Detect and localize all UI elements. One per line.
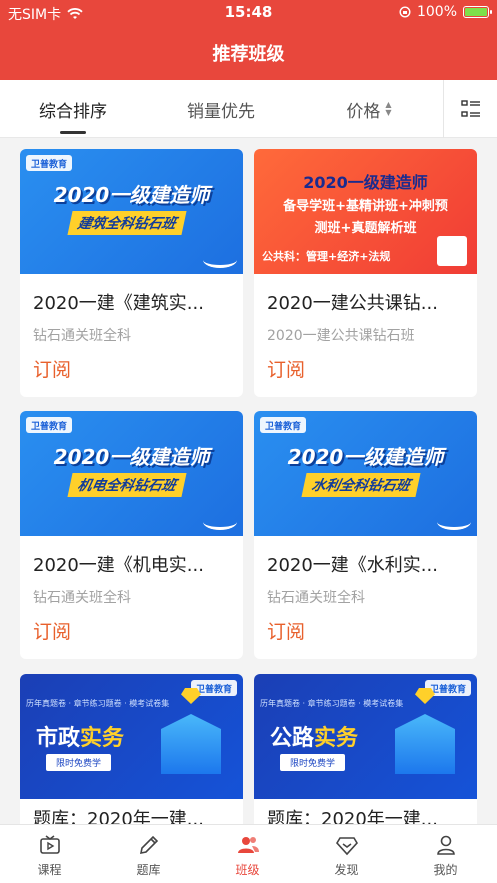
- banner-footer: 公共科：管理+经济+法规: [262, 250, 391, 263]
- banner-title-highlight: 实务: [80, 726, 125, 751]
- view-toggle-button[interactable]: [443, 80, 497, 138]
- tab-bar-label: 发现: [334, 863, 359, 877]
- book-icon: [203, 252, 237, 268]
- brand-logo: 卫普教育: [260, 417, 307, 433]
- banner-tagline: 历年真题卷 · 章节练习题卷 · 模考试卷集: [260, 699, 404, 708]
- sort-arrows-icon: ▲ ▼: [385, 100, 392, 117]
- active-tab-indicator: [60, 131, 86, 134]
- banner-line: 测班+真题解析班: [314, 221, 417, 236]
- course-card[interactable]: 2020一级建造师 备导学班+基精讲班+冲刺预 测班+真题解析班 公共科：管理+…: [254, 149, 477, 397]
- free-learn-badge: 限时免费学: [280, 754, 346, 771]
- tab-label: 综合排序: [39, 101, 107, 122]
- page-title: 推荐班级: [212, 44, 285, 65]
- free-learn-badge: 限时免费学: [46, 754, 112, 771]
- brand-logo: 卫普教育: [26, 155, 73, 171]
- course-title: 2020一建《机电实...: [33, 555, 204, 576]
- banner-ribbon: 机电全科钻石班: [67, 473, 187, 497]
- course-banner: 卫普教育 2020一级建造师 水利全科钻石班: [254, 411, 477, 536]
- building-illustration: [395, 714, 455, 774]
- list-grid-icon: [460, 100, 480, 117]
- diamond-icon: [335, 837, 358, 856]
- bottom-tab-bar: 课程 题库 班级 发现 我的: [0, 824, 497, 883]
- subscribe-button[interactable]: 订阅: [267, 355, 305, 382]
- banner-ribbon: 水利全科钻石班: [301, 473, 421, 497]
- tab-bar-item-courses[interactable]: 课程: [0, 825, 99, 883]
- sort-tabs: 综合排序 销量优先 价格 ▲ ▼: [0, 80, 497, 138]
- course-card[interactable]: 卫普教育 历年真题卷 · 章节练习题卷 · 模考试卷集 市政实务 限时免费学 题…: [20, 674, 243, 824]
- tab-bar-item-question-bank[interactable]: 题库: [99, 825, 198, 883]
- person-icon: [436, 835, 455, 855]
- banner-headline: 市政实务: [36, 720, 124, 752]
- battery-percent: 100%: [416, 4, 457, 20]
- course-title: 2020一建《建筑实...: [33, 293, 204, 314]
- book-icon: [437, 514, 471, 530]
- tab-bar-item-me[interactable]: 我的: [396, 825, 495, 883]
- subscribe-button[interactable]: 订阅: [33, 355, 71, 382]
- course-subtitle: 2020一建公共课钻石班: [267, 328, 415, 344]
- pencil-icon: [139, 835, 158, 855]
- course-card[interactable]: 卫普教育 历年真题卷 · 章节练习题卷 · 模考试卷集 公路实务 限时免费学 题…: [254, 674, 477, 824]
- banner-headline: 2020一级建造师: [287, 445, 444, 469]
- tab-price[interactable]: 价格 ▲ ▼: [296, 80, 442, 138]
- tab-bar-item-classes[interactable]: 班级: [198, 825, 297, 883]
- course-banner: 卫普教育 历年真题卷 · 章节练习题卷 · 模考试卷集 公路实务 限时免费学: [254, 674, 477, 799]
- banner-ribbon: 建筑全科钻石班: [67, 211, 187, 235]
- qr-code-icon: [437, 236, 467, 266]
- banner-title-main: 公路: [270, 726, 315, 751]
- course-subtitle: 钻石通关班全科: [33, 590, 131, 606]
- nav-bar: 推荐班级: [0, 26, 497, 80]
- course-subtitle: 钻石通关班全科: [33, 328, 131, 344]
- tab-bar-item-discover[interactable]: 发现: [297, 825, 396, 883]
- course-title: 题库：2020年一建...: [267, 809, 438, 824]
- tab-comprehensive[interactable]: 综合排序: [0, 80, 146, 138]
- banner-headline: 2020一级建造师: [53, 183, 210, 207]
- battery-icon: [463, 6, 492, 18]
- building-illustration: [161, 714, 221, 774]
- course-title: 2020一建《水利实...: [267, 555, 438, 576]
- tab-sales[interactable]: 销量优先: [146, 80, 296, 138]
- rotation-lock-icon: [399, 6, 411, 18]
- status-right: 100%: [399, 4, 492, 20]
- tab-label: 销量优先: [187, 101, 255, 122]
- subscribe-button[interactable]: 订阅: [33, 617, 71, 644]
- course-card[interactable]: 卫普教育 2020一级建造师 机电全科钻石班 2020一建《机电实... 钻石通…: [20, 411, 243, 659]
- course-subtitle: 钻石通关班全科: [267, 590, 365, 606]
- banner-headline: 2020一级建造师: [53, 445, 210, 469]
- users-icon: [237, 837, 259, 853]
- course-card[interactable]: 卫普教育 2020一级建造师 建筑全科钻石班 2020一建《建筑实... 钻石通…: [20, 149, 243, 397]
- status-bar: 无SIM卡 15:48 100%: [0, 0, 497, 26]
- banner-headline: 公路实务: [270, 720, 358, 752]
- gem-icon: [181, 688, 201, 704]
- book-icon: [203, 514, 237, 530]
- course-banner: 2020一级建造师 备导学班+基精讲班+冲刺预 测班+真题解析班 公共科：管理+…: [254, 149, 477, 274]
- course-banner: 卫普教育 2020一级建造师 建筑全科钻石班: [20, 149, 243, 274]
- banner-headline: 2020一级建造师: [303, 173, 428, 192]
- course-title: 2020一建公共课钻...: [267, 293, 438, 314]
- course-card[interactable]: 卫普教育 2020一级建造师 水利全科钻石班 2020一建《水利实... 钻石通…: [254, 411, 477, 659]
- banner-title-main: 市政: [36, 726, 81, 751]
- tab-bar-label: 题库: [136, 863, 161, 877]
- banner-tagline: 历年真题卷 · 章节练习题卷 · 模考试卷集: [26, 699, 170, 708]
- subscribe-button[interactable]: 订阅: [267, 617, 305, 644]
- tab-bar-label: 班级: [235, 863, 260, 877]
- course-banner: 卫普教育 历年真题卷 · 章节练习题卷 · 模考试卷集 市政实务 限时免费学: [20, 674, 243, 799]
- tab-label: 价格: [346, 101, 381, 122]
- course-list[interactable]: 卫普教育 2020一级建造师 建筑全科钻石班 2020一建《建筑实... 钻石通…: [0, 138, 497, 824]
- tv-icon: [39, 835, 60, 854]
- banner-line: 备导学班+基精讲班+冲刺预: [283, 199, 448, 214]
- banner-title-highlight: 实务: [314, 726, 359, 751]
- brand-logo: 卫普教育: [26, 417, 73, 433]
- course-title: 题库：2020年一建...: [33, 809, 204, 824]
- gem-icon: [415, 688, 435, 704]
- course-banner: 卫普教育 2020一级建造师 机电全科钻石班: [20, 411, 243, 536]
- tab-bar-label: 我的: [433, 863, 458, 877]
- tab-bar-label: 课程: [37, 863, 62, 877]
